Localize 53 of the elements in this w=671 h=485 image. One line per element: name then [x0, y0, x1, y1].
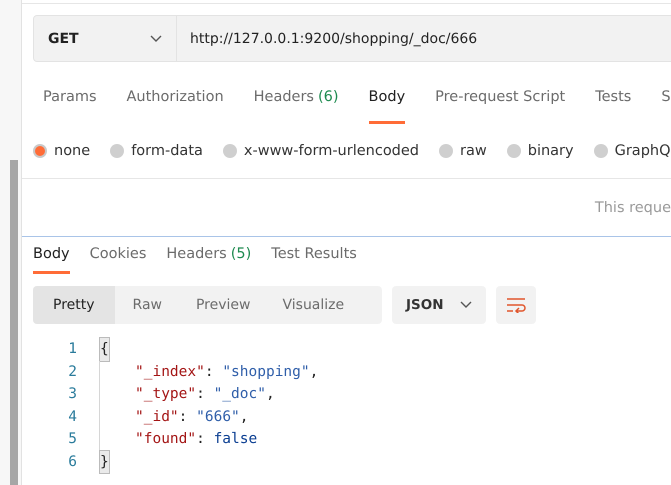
url-input[interactable]: http://127.0.0.1:9200/shopping/_doc/666: [177, 15, 671, 62]
json-punctuation: ,: [266, 385, 275, 404]
format-dropdown[interactable]: JSON: [392, 286, 486, 324]
json-punctuation: :: [196, 385, 206, 404]
body-message: This reque: [594, 200, 671, 216]
request-tab[interactable]: Headers (6): [254, 72, 339, 124]
line-number: 3: [67, 386, 78, 402]
scrollbar-thumb[interactable]: [10, 160, 18, 485]
view-mode-tab[interactable]: Visualize: [266, 286, 360, 324]
view-mode-tab[interactable]: Raw: [114, 286, 180, 324]
request-tab[interactable]: Body: [368, 72, 406, 124]
json-key: "_index": [135, 360, 205, 383]
json-keyword: false: [214, 430, 258, 450]
json-brace: {: [100, 338, 109, 360]
chevron-down-icon: [150, 34, 162, 42]
body-type-radio[interactable]: none: [33, 143, 90, 159]
request-tab[interactable]: Authorization: [126, 72, 224, 124]
request-tab[interactable]: S: [661, 72, 671, 124]
line-number: 6: [67, 454, 78, 470]
json-key: "_id": [135, 406, 179, 428]
body-type-radio[interactable]: x-www-form-urlencoded: [222, 143, 420, 159]
json-key: "_type": [135, 383, 196, 406]
json-string: "shopping": [222, 362, 310, 382]
line-number: 4: [67, 408, 78, 425]
response-tab[interactable]: Test Results: [271, 237, 357, 274]
json-string: "666": [196, 408, 240, 427]
body-type-radio[interactable]: raw: [439, 143, 487, 159]
json-string: "_doc": [214, 385, 266, 404]
response-tab[interactable]: Headers (5): [166, 237, 252, 274]
json-brace: }: [100, 450, 109, 473]
wrap-lines-icon: [506, 297, 526, 313]
line-number: 2: [67, 364, 78, 380]
json-punctuation: ,: [240, 408, 249, 427]
request-tab[interactable]: Tests: [595, 72, 632, 124]
json-punctuation: ,: [310, 362, 318, 382]
body-type-radio[interactable]: form-data: [110, 143, 203, 159]
body-type-radio[interactable]: GraphQ: [594, 143, 670, 159]
body-type-radio[interactable]: binary: [506, 143, 574, 159]
json-key: "found": [135, 428, 196, 450]
chevron-down-icon: [460, 301, 472, 309]
response-tab[interactable]: Cookies: [90, 237, 146, 274]
json-punctuation: :: [204, 362, 215, 382]
json-punctuation: :: [178, 408, 188, 427]
method-dropdown[interactable]: GET: [33, 15, 177, 62]
view-mode-tab[interactable]: Preview: [180, 286, 266, 324]
json-punctuation: :: [196, 430, 206, 450]
line-number: 5: [67, 431, 78, 448]
line-number: 1: [67, 341, 78, 358]
view-mode-tab[interactable]: Pretty: [33, 286, 115, 324]
request-tab[interactable]: Pre-request Script: [435, 72, 566, 124]
response-tab[interactable]: Body: [33, 237, 70, 274]
request-tab[interactable]: Params: [43, 72, 97, 124]
wrap-lines-button[interactable]: [496, 286, 536, 324]
